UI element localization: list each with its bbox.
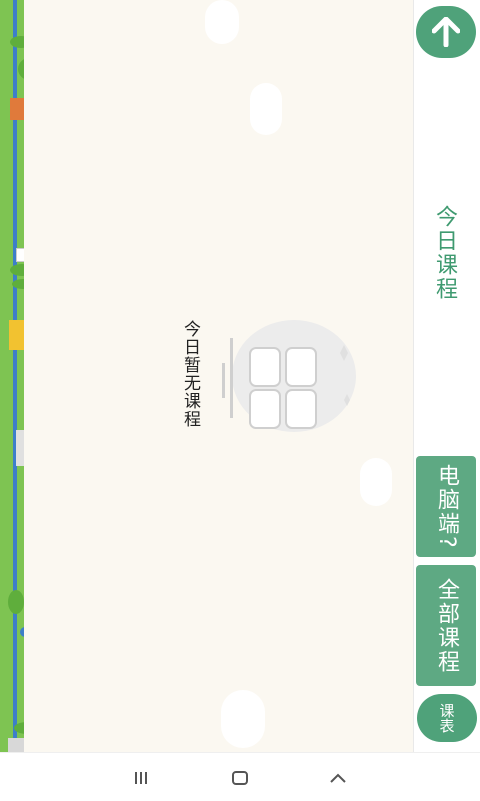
- home-button[interactable]: [225, 765, 255, 791]
- tree-icon: [8, 590, 24, 614]
- scroll-to-top-button[interactable]: [416, 6, 476, 58]
- open-book-icon: [222, 320, 356, 432]
- pc-version-button[interactable]: 电脑端?: [416, 456, 476, 557]
- back-icon: [330, 773, 346, 783]
- cloud-decoration: [360, 458, 392, 506]
- empty-state-message: 今日暂无课程: [180, 320, 200, 428]
- tab-today-courses[interactable]: 今日课程: [428, 205, 460, 301]
- cloud-decoration: [205, 0, 239, 44]
- system-navigation-bar: [0, 752, 480, 801]
- cloud-decoration: [221, 690, 265, 748]
- schedule-button[interactable]: 课表: [417, 694, 477, 742]
- home-icon: [232, 771, 248, 785]
- back-button[interactable]: [323, 765, 353, 791]
- recent-apps-button[interactable]: [126, 765, 156, 791]
- arrow-up-icon: [432, 17, 460, 47]
- cloud-decoration: [250, 83, 282, 135]
- recent-apps-icon: [135, 772, 147, 784]
- all-courses-button[interactable]: 全部课程: [416, 565, 476, 686]
